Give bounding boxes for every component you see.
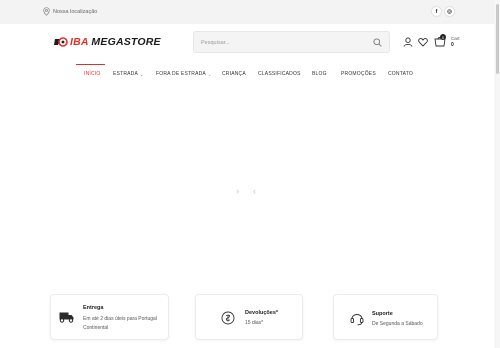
nav-item-estrada[interactable]: ESTRADA ⌄ bbox=[113, 71, 144, 77]
logo-text-iba: IBA bbox=[70, 36, 89, 48]
nav-item-label: INÍCIO bbox=[84, 71, 101, 77]
nav-item-label: FORA DE ESTRADA bbox=[156, 71, 206, 77]
heart-icon[interactable] bbox=[418, 37, 428, 47]
nav-item-label: ESTRADA bbox=[113, 71, 139, 77]
chevron-down-icon: ⌄ bbox=[140, 71, 144, 77]
nav-item-contato[interactable]: CONTATO bbox=[388, 71, 413, 77]
location-label: Nossa localização bbox=[53, 8, 98, 15]
top-bar: Nossa localização f ◎ bbox=[0, 0, 500, 24]
search-icon[interactable] bbox=[373, 38, 382, 47]
location-link[interactable]: Nossa localização bbox=[43, 7, 97, 16]
feature-card-support: Suporte De Segunda a Sábado bbox=[333, 294, 438, 340]
facebook-icon[interactable]: f bbox=[431, 6, 442, 17]
search-input[interactable] bbox=[201, 37, 361, 49]
search-bar bbox=[193, 31, 390, 53]
slider-next-arrow[interactable]: ‹ bbox=[253, 186, 256, 196]
coin-icon bbox=[221, 311, 235, 325]
nav-item-label: CONTATO bbox=[388, 71, 414, 77]
page-scrollbar[interactable] bbox=[494, 0, 500, 348]
active-nav-indicator bbox=[76, 64, 105, 65]
tire-logo-icon bbox=[54, 37, 68, 47]
nav-item-label: PROMOÇÕES bbox=[341, 71, 376, 77]
instagram-icon[interactable]: ◎ bbox=[444, 6, 455, 17]
map-pin-icon bbox=[43, 7, 50, 16]
nav-item-inicio[interactable]: INÍCIO bbox=[84, 71, 100, 77]
cart-label[interactable]: Cart bbox=[451, 36, 460, 41]
nav-item-label: CLASSIFICADOS bbox=[258, 71, 301, 77]
cart-count-badge: 0 bbox=[440, 34, 446, 40]
truck-icon bbox=[59, 312, 74, 323]
user-icon[interactable] bbox=[403, 37, 413, 47]
feature-card-delivery: Entrega Em até 2 dias úteis para Portuga… bbox=[50, 294, 169, 340]
nav-item-blog[interactable]: BLOG bbox=[312, 71, 327, 77]
scrollbar-thumb[interactable] bbox=[496, 4, 499, 74]
site-logo[interactable]: IBA MEGASTORE bbox=[54, 36, 161, 48]
nav-item-label: BLOG bbox=[312, 71, 327, 77]
feature-desc-line1: De Segunda a Sábado bbox=[372, 321, 423, 327]
feature-desc-line1: 15 dias* bbox=[245, 320, 264, 326]
feature-title: Suporte bbox=[372, 311, 393, 317]
cart-total[interactable]: 0 bbox=[451, 42, 454, 48]
nav-item-fora-de-estrada[interactable]: FORA DE ESTRADA ⌄ bbox=[156, 71, 212, 77]
feature-card-returns: Devoluções* 15 dias* bbox=[195, 294, 303, 340]
slider-prev-arrow[interactable]: › bbox=[236, 186, 239, 196]
feature-title: Devoluções* bbox=[245, 310, 279, 316]
chevron-down-icon: ⌄ bbox=[207, 71, 212, 77]
feature-desc-line2: Continental bbox=[83, 325, 109, 331]
main-nav: INÍCIO ESTRADA ⌄ FORA DE ESTRADA ⌄ CRIAN… bbox=[0, 71, 500, 81]
logo-text-megastore: MEGASTORE bbox=[91, 36, 161, 48]
nav-item-classificados[interactable]: CLASSIFICADOS bbox=[258, 71, 301, 77]
feature-title: Entrega bbox=[83, 305, 104, 311]
nav-item-crianca[interactable]: CRIANÇA bbox=[222, 71, 246, 77]
nav-item-label: CRIANÇA bbox=[222, 71, 246, 77]
nav-item-promocoes[interactable]: PROMOÇÕES bbox=[341, 71, 376, 77]
feature-desc-line1: Em até 2 dias úteis para Portugal bbox=[83, 316, 157, 322]
headset-icon bbox=[350, 314, 364, 326]
